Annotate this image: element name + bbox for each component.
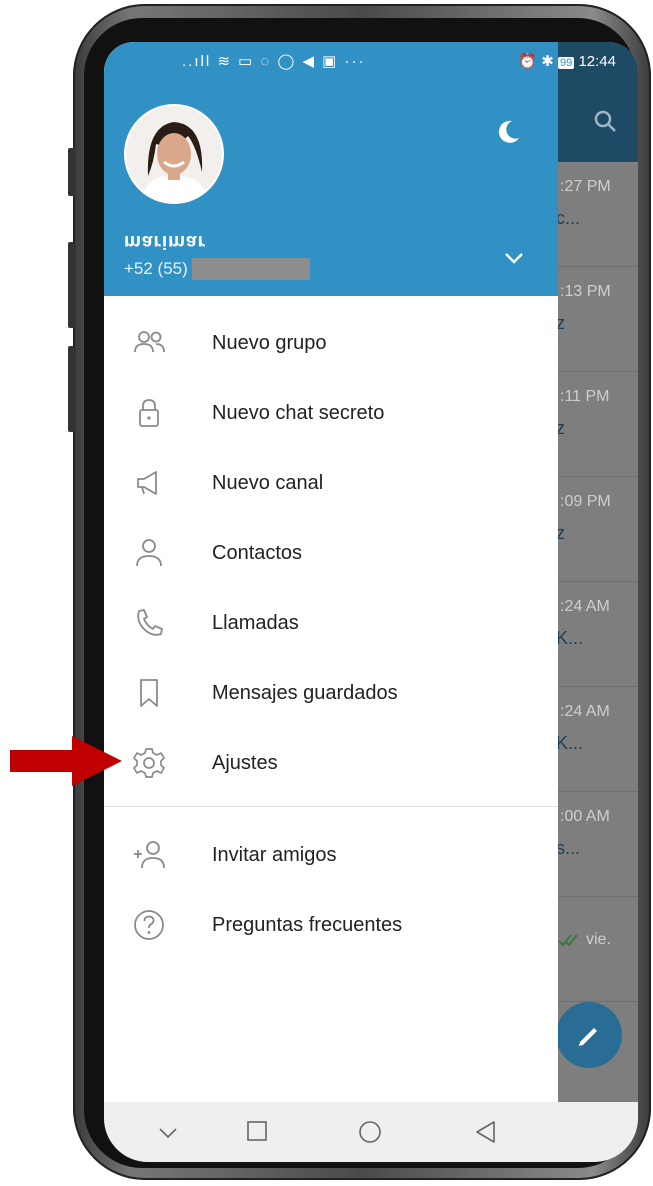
navigation-drawer: marimar +52 (55) Nuevo grupo Nuevo chat …: [104, 42, 558, 1102]
search-icon[interactable]: [592, 108, 618, 134]
menu-item-label: Nuevo chat secreto: [212, 402, 385, 424]
person-icon: [136, 539, 162, 567]
avatar[interactable]: [124, 104, 224, 204]
phone-side-button: [68, 148, 76, 196]
chevron-down-icon[interactable]: [502, 246, 526, 270]
chat-time: :13 PM: [560, 283, 611, 300]
menu-item-label: Contactos: [212, 542, 303, 564]
menu-item-label: Mensajes guardados: [212, 682, 398, 704]
chat-time: :24 AM: [560, 598, 610, 615]
menu-item-label: Nuevo grupo: [212, 332, 327, 354]
chat-preview: c...: [556, 208, 581, 228]
chat-time: :00 AM: [560, 808, 610, 825]
battery-level: 99: [558, 57, 575, 69]
phone-volume-down: [68, 346, 76, 432]
menu-item-label: Llamadas: [212, 612, 299, 634]
account-phone: +52 (55): [124, 258, 310, 280]
gear-icon: [133, 748, 165, 778]
recent-apps-square-icon[interactable]: [246, 1120, 268, 1142]
home-circle-icon[interactable]: [358, 1120, 382, 1144]
chat-preview: K...: [556, 628, 584, 648]
chat-time: :11 PM: [560, 388, 610, 405]
chevron-down-icon[interactable]: [158, 1126, 178, 1140]
red-arrow-annotation: [10, 736, 122, 786]
bluetooth-icon: ✱: [541, 53, 554, 70]
account-name: marimar: [124, 231, 206, 252]
pencil-icon: [579, 1028, 597, 1046]
chat-time: :27 PM: [560, 178, 611, 195]
bookmark-icon: [140, 679, 158, 707]
clock: 12:44: [578, 53, 616, 70]
chat-time: :24 AM: [560, 703, 610, 720]
redacted-phone-number: [191, 258, 310, 280]
lock-icon: [139, 399, 159, 427]
chat-time: :09 PM: [560, 493, 611, 510]
chat-time: vie.: [586, 931, 611, 948]
add-person-icon: [134, 841, 165, 869]
chat-preview: K...: [556, 733, 584, 753]
menu-item-preguntas-frecuentes[interactable]: Preguntas frecuentes: [104, 890, 558, 960]
phone-screen: :27 PM c... :13 PM z :11 PM z :09 PM z :…: [104, 42, 638, 1162]
menu-item-mensajes-guardados[interactable]: Mensajes guardados: [104, 658, 558, 728]
menu-item-llamadas[interactable]: Llamadas: [104, 588, 558, 658]
menu-item-nuevo-chat-secreto[interactable]: Nuevo chat secreto: [104, 378, 558, 448]
back-triangle-icon[interactable]: [474, 1120, 496, 1144]
menu-item-label: Preguntas frecuentes: [212, 914, 403, 936]
chat-row[interactable]: :09 PM z: [556, 477, 638, 582]
menu-item-ajustes[interactable]: Ajustes: [104, 728, 558, 798]
chat-row[interactable]: :27 PM c...: [556, 162, 638, 267]
chat-row[interactable]: :24 AM K...: [556, 582, 638, 687]
double-check-icon: [558, 934, 578, 947]
menu-item-label: Ajustes: [212, 752, 278, 774]
chat-row[interactable]: :11 PM z: [556, 372, 638, 477]
compose-fab-button[interactable]: [556, 1002, 622, 1068]
phone-volume-up: [68, 242, 76, 328]
status-icons: ..ıll ≋ ▭ ◌ ◯ ◀ ▣ ···: [182, 53, 366, 70]
chat-row[interactable]: :13 PM z: [556, 267, 638, 372]
status-bar: ..ıll ≋ ▭ ◌ ◯ ◀ ▣ ··· ⏰ ✱ 99 12:44: [104, 42, 638, 82]
megaphone-icon: [137, 471, 157, 495]
chat-list-background: :27 PM c... :13 PM z :11 PM z :09 PM z :…: [556, 42, 638, 1102]
menu-item-label: Invitar amigos: [212, 844, 337, 866]
menu-item-nuevo-canal[interactable]: Nuevo canal: [104, 448, 558, 518]
menu-item-contactos[interactable]: Contactos: [104, 518, 558, 588]
question-icon: [134, 910, 164, 940]
chat-row[interactable]: :24 AM K...: [556, 687, 638, 792]
menu-divider: [104, 806, 558, 807]
night-mode-moon-icon[interactable]: [494, 118, 522, 146]
chat-preview: s...: [556, 838, 581, 858]
chat-row[interactable]: vie.: [556, 897, 638, 1002]
phone-icon: [137, 609, 163, 636]
menu-item-invitar-amigos[interactable]: Invitar amigos: [104, 820, 558, 890]
chat-row[interactable]: :00 AM s...: [556, 792, 638, 897]
alarm-icon: ⏰: [518, 53, 538, 70]
menu-item-nuevo-grupo[interactable]: Nuevo grupo: [104, 308, 558, 378]
android-navigation-bar: [104, 1102, 638, 1162]
avatar-photo: [126, 106, 222, 202]
menu-item-label: Nuevo canal: [212, 472, 324, 494]
phone-number-prefix: +52 (55): [124, 259, 188, 278]
group-icon: [134, 331, 165, 353]
status-right: ⏰ ✱ 99 12:44: [518, 52, 616, 70]
